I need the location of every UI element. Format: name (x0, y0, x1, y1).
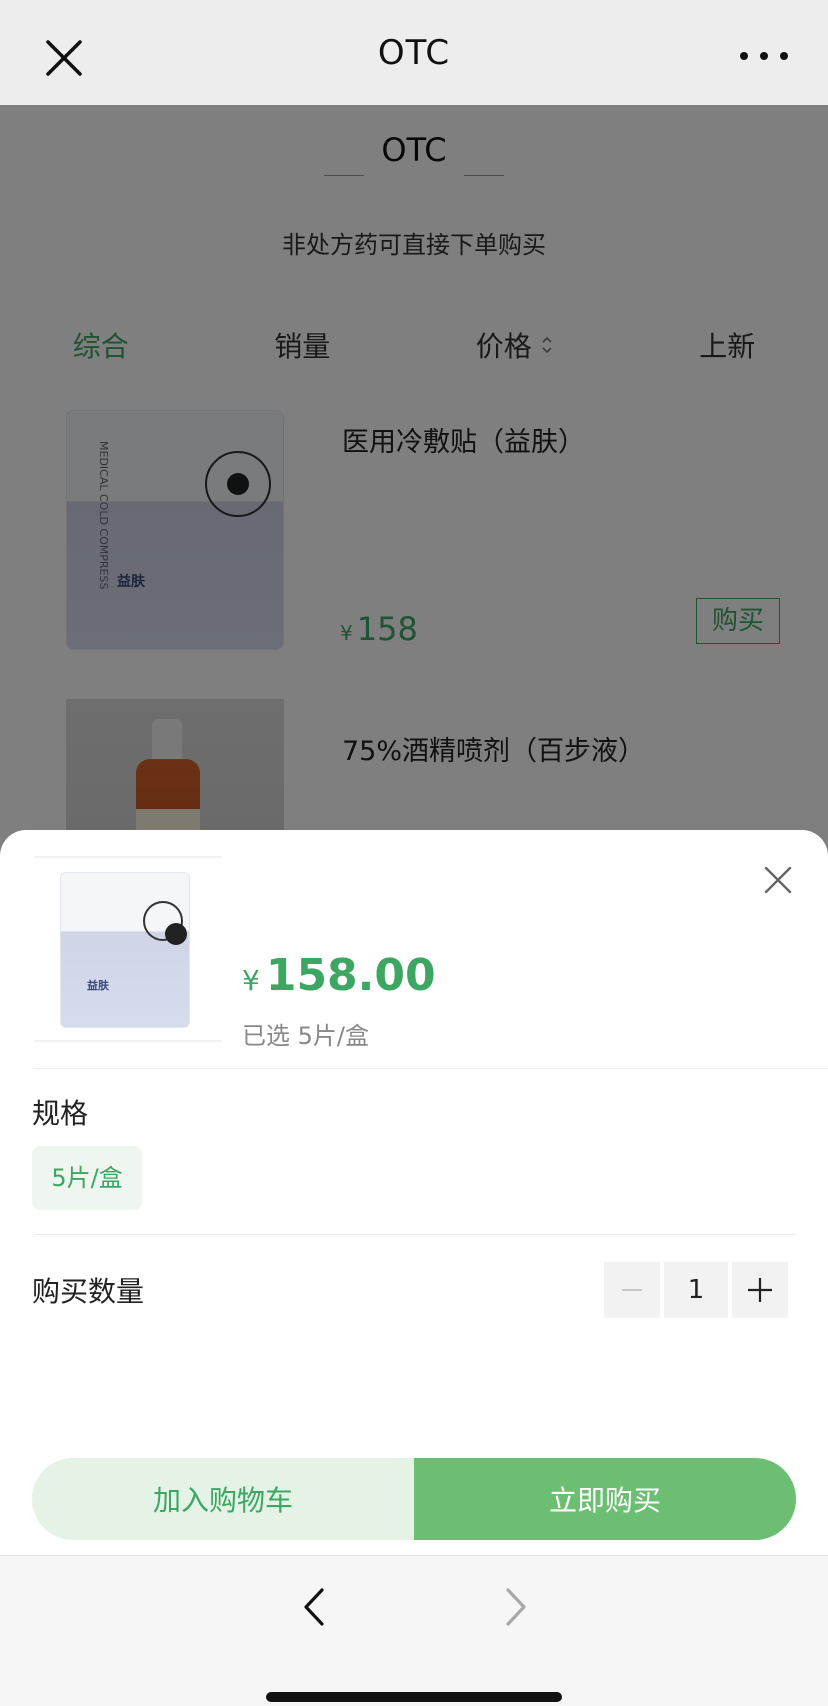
back-arrow-icon[interactable] (294, 1584, 334, 1630)
purchase-sheet: 益肤 ¥158.00 已选 5片/盒 规格 5片/盒 购买数量 1 加入购物车 … (0, 830, 828, 1555)
divider (34, 1234, 796, 1235)
quantity-value[interactable]: 1 (664, 1262, 728, 1318)
home-indicator (266, 1692, 562, 1702)
increase-button[interactable] (732, 1262, 788, 1318)
divider (34, 1068, 828, 1069)
spec-option-chip[interactable]: 5片/盒 (32, 1146, 142, 1210)
page-title: OTC (377, 32, 451, 73)
currency-symbol: ¥ (242, 964, 260, 997)
minus-icon (622, 1289, 642, 1291)
action-buttons: 加入购物车 立即购买 (32, 1458, 796, 1540)
quantity-label: 购买数量 (32, 1275, 145, 1308)
product-image: 益肤 (60, 872, 190, 1028)
close-icon[interactable] (760, 862, 796, 898)
browser-toolbar (0, 1555, 828, 1706)
quantity-stepper: 1 (604, 1262, 788, 1318)
sheet-product-image: 益肤 (34, 856, 222, 1042)
decrease-button[interactable] (604, 1262, 660, 1318)
sheet-price: ¥158.00 (242, 950, 436, 1001)
selected-spec-text: 已选 5片/盒 (242, 1022, 369, 1050)
spec-label: 规格 (32, 1097, 89, 1130)
package-seal (143, 901, 187, 945)
forward-arrow-icon[interactable] (496, 1584, 536, 1630)
package-brand: 益肤 (87, 979, 109, 992)
add-to-cart-button[interactable]: 加入购物车 (32, 1458, 414, 1540)
plus-icon (748, 1278, 772, 1302)
more-icon[interactable] (736, 44, 792, 68)
buy-now-button[interactable]: 立即购买 (414, 1458, 796, 1540)
close-icon[interactable] (40, 34, 88, 82)
top-navbar: OTC (0, 0, 828, 105)
price-value: 158.00 (265, 950, 436, 1001)
